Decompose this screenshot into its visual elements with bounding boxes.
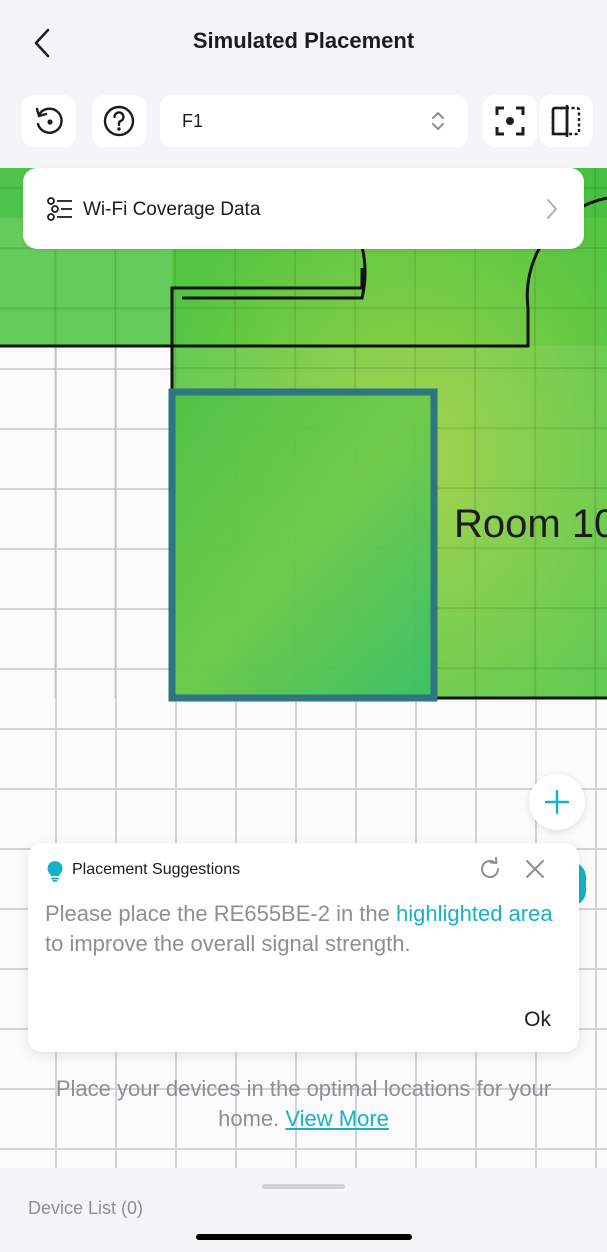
suggestion-text: Please place the RE655BE-2 in the highli… — [45, 899, 565, 959]
floor-value: F1 — [182, 111, 204, 131]
suggestion-text-before: Please place the RE655BE-2 in the — [45, 901, 397, 926]
device-list-label[interactable]: Device List (0) — [28, 1198, 143, 1219]
highlighted-area-link[interactable]: highlighted area — [396, 901, 553, 926]
chevron-up-down-icon — [432, 112, 444, 130]
sheet-grabber[interactable] — [262, 1184, 345, 1189]
suggestion-text-after: to improve the overall signal strength. — [45, 931, 411, 956]
view-more-link[interactable]: View More — [285, 1106, 389, 1131]
device-list-sheet[interactable]: Device List (0) — [0, 1168, 607, 1252]
placement-hint: Place your devices in the optimal locati… — [30, 1074, 577, 1134]
header: Simulated Placement — [0, 0, 607, 88]
compare-button[interactable] — [539, 95, 593, 147]
focus-button[interactable] — [483, 95, 537, 147]
ok-button[interactable]: Ok — [524, 1008, 551, 1032]
chevron-right-icon — [547, 199, 557, 219]
refresh-icon[interactable] — [478, 857, 502, 881]
history-icon — [35, 107, 63, 134]
suggestion-title: Placement Suggestions — [72, 861, 241, 878]
wifi-coverage-label: Wi-Fi Coverage Data — [83, 199, 261, 220]
toolbar: F1 — [0, 92, 607, 152]
close-icon[interactable] — [524, 858, 546, 880]
lightbulb-icon — [47, 861, 63, 882]
focus-icon — [495, 106, 525, 136]
filter-list-icon — [47, 197, 72, 221]
plus-icon — [544, 789, 570, 815]
help-button[interactable] — [92, 95, 146, 147]
reset-button[interactable] — [22, 95, 76, 147]
placement-suggestion-card: Placement Suggestions Please place the R… — [28, 843, 579, 1052]
add-device-button[interactable] — [529, 774, 585, 830]
home-indicator — [196, 1234, 412, 1240]
room-label: Room 10 — [454, 502, 607, 546]
floor-select[interactable]: F1 — [160, 95, 468, 147]
split-view-icon — [551, 105, 581, 137]
wifi-coverage-card[interactable]: Wi-Fi Coverage Data — [23, 168, 584, 249]
page-title: Simulated Placement — [192, 28, 415, 53]
help-icon — [103, 105, 135, 137]
